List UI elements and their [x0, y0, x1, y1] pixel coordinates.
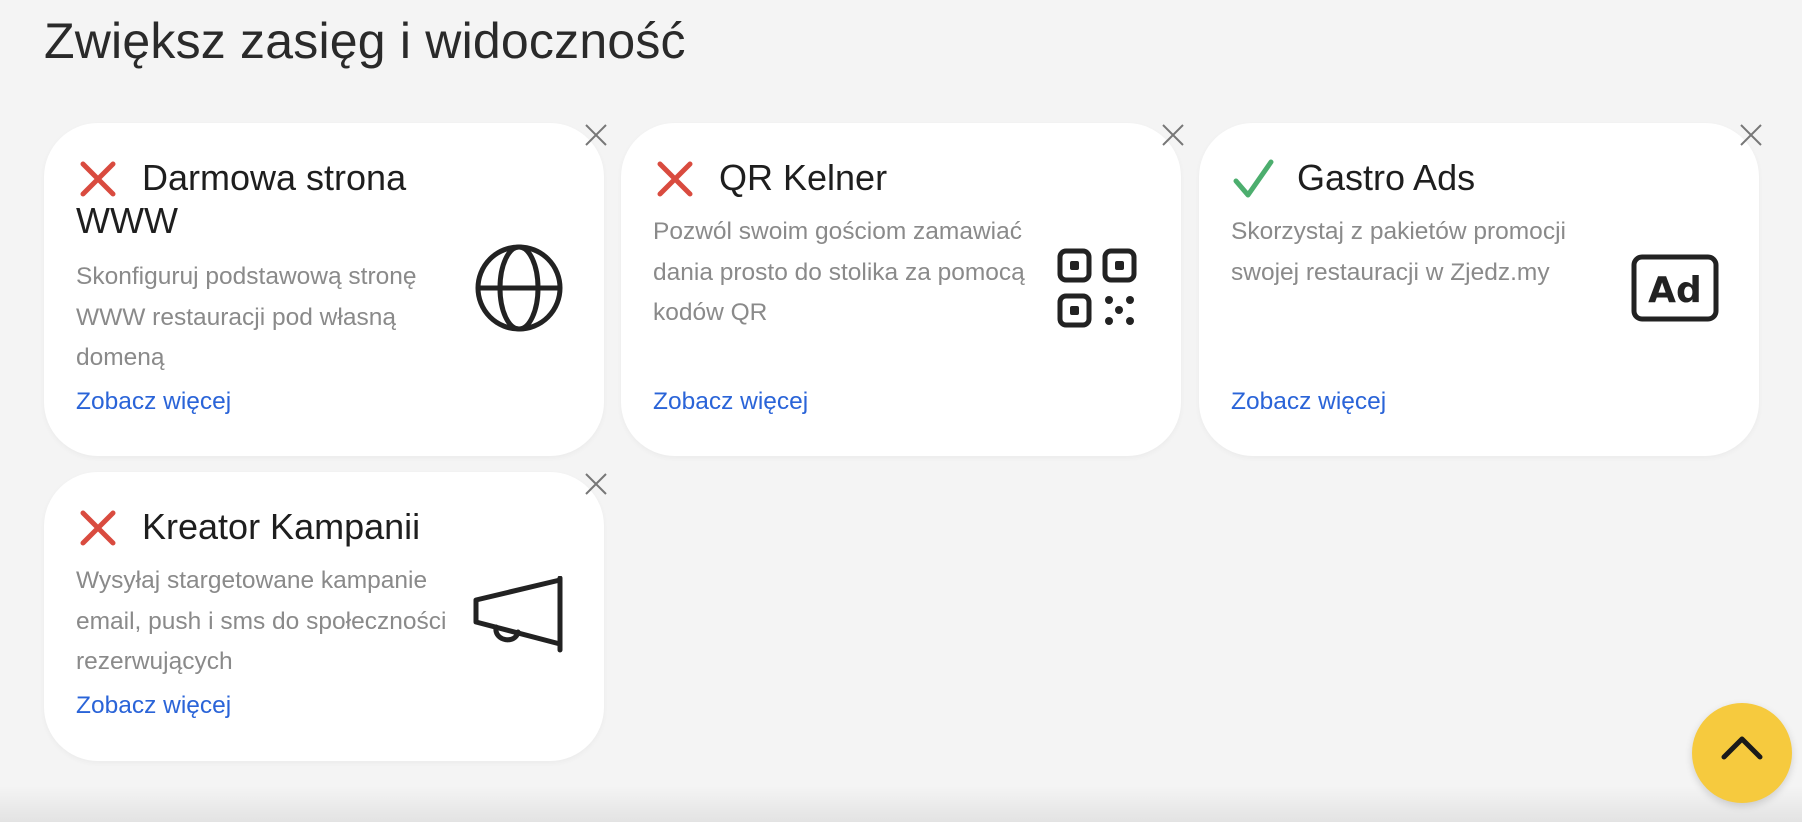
card-description: Skonfiguruj podstawową stronę WWW restau… — [76, 263, 417, 371]
close-icon — [1162, 124, 1184, 146]
cross-icon — [80, 161, 116, 197]
card-description: Skorzystaj z pakietów promocji swojej re… — [1231, 218, 1566, 286]
close-icon — [585, 473, 607, 495]
see-more-link[interactable]: Zobacz więcej — [653, 388, 808, 416]
see-more-link[interactable]: Zobacz więcej — [76, 692, 231, 720]
chevron-up-icon — [1721, 736, 1763, 760]
page-title: Zwiększ zasięg i widoczność — [44, 13, 686, 69]
card-darmowa-strona-www: Darmowa strona WWW Skonfiguruj podstawow… — [44, 123, 607, 456]
card-header: QR Kelner — [653, 151, 1061, 199]
card-header: Kreator Kampanii — [76, 500, 484, 548]
ad-icon: Ad — [1631, 254, 1719, 322]
card-qr-kelner: QR Kelner Pozwól swoim gościom zamawiać … — [621, 123, 1184, 456]
card-title: Gastro Ads — [1297, 157, 1476, 198]
card-description: Pozwól swoim gościom zamawiać dania pros… — [653, 218, 1025, 326]
close-card-button[interactable] — [581, 469, 611, 499]
megaphone-icon — [473, 576, 563, 653]
card-title: Darmowa strona WWW — [76, 157, 407, 241]
card-gastro-ads: Gastro Ads Skorzystaj z pakietów promocj… — [1199, 123, 1762, 456]
globe-icon — [475, 244, 563, 332]
card-description: Wysyłaj stargetowane kampanie email, pus… — [76, 567, 447, 675]
close-card-button[interactable] — [581, 120, 611, 150]
close-icon — [585, 124, 607, 146]
close-card-button[interactable] — [1158, 120, 1188, 150]
card-kreator-kampanii: Kreator Kampanii Wysyłaj stargetowane ka… — [44, 472, 607, 761]
card-header: Gastro Ads — [1231, 151, 1639, 199]
ad-icon-label: Ad — [1648, 270, 1702, 311]
card-title: Kreator Kampanii — [142, 506, 421, 547]
scroll-to-top-button[interactable] — [1692, 703, 1792, 803]
card-title: QR Kelner — [719, 157, 888, 198]
close-icon — [1740, 124, 1762, 146]
bottom-shade — [0, 786, 1802, 822]
see-more-link[interactable]: Zobacz więcej — [76, 388, 231, 416]
cross-icon — [657, 161, 693, 197]
close-card-button[interactable] — [1736, 120, 1766, 150]
card-header: Darmowa strona WWW — [76, 151, 484, 242]
check-icon — [1233, 159, 1274, 198]
see-more-link[interactable]: Zobacz więcej — [1231, 388, 1386, 416]
cross-icon — [80, 510, 116, 546]
qr-code-icon — [1057, 248, 1137, 328]
